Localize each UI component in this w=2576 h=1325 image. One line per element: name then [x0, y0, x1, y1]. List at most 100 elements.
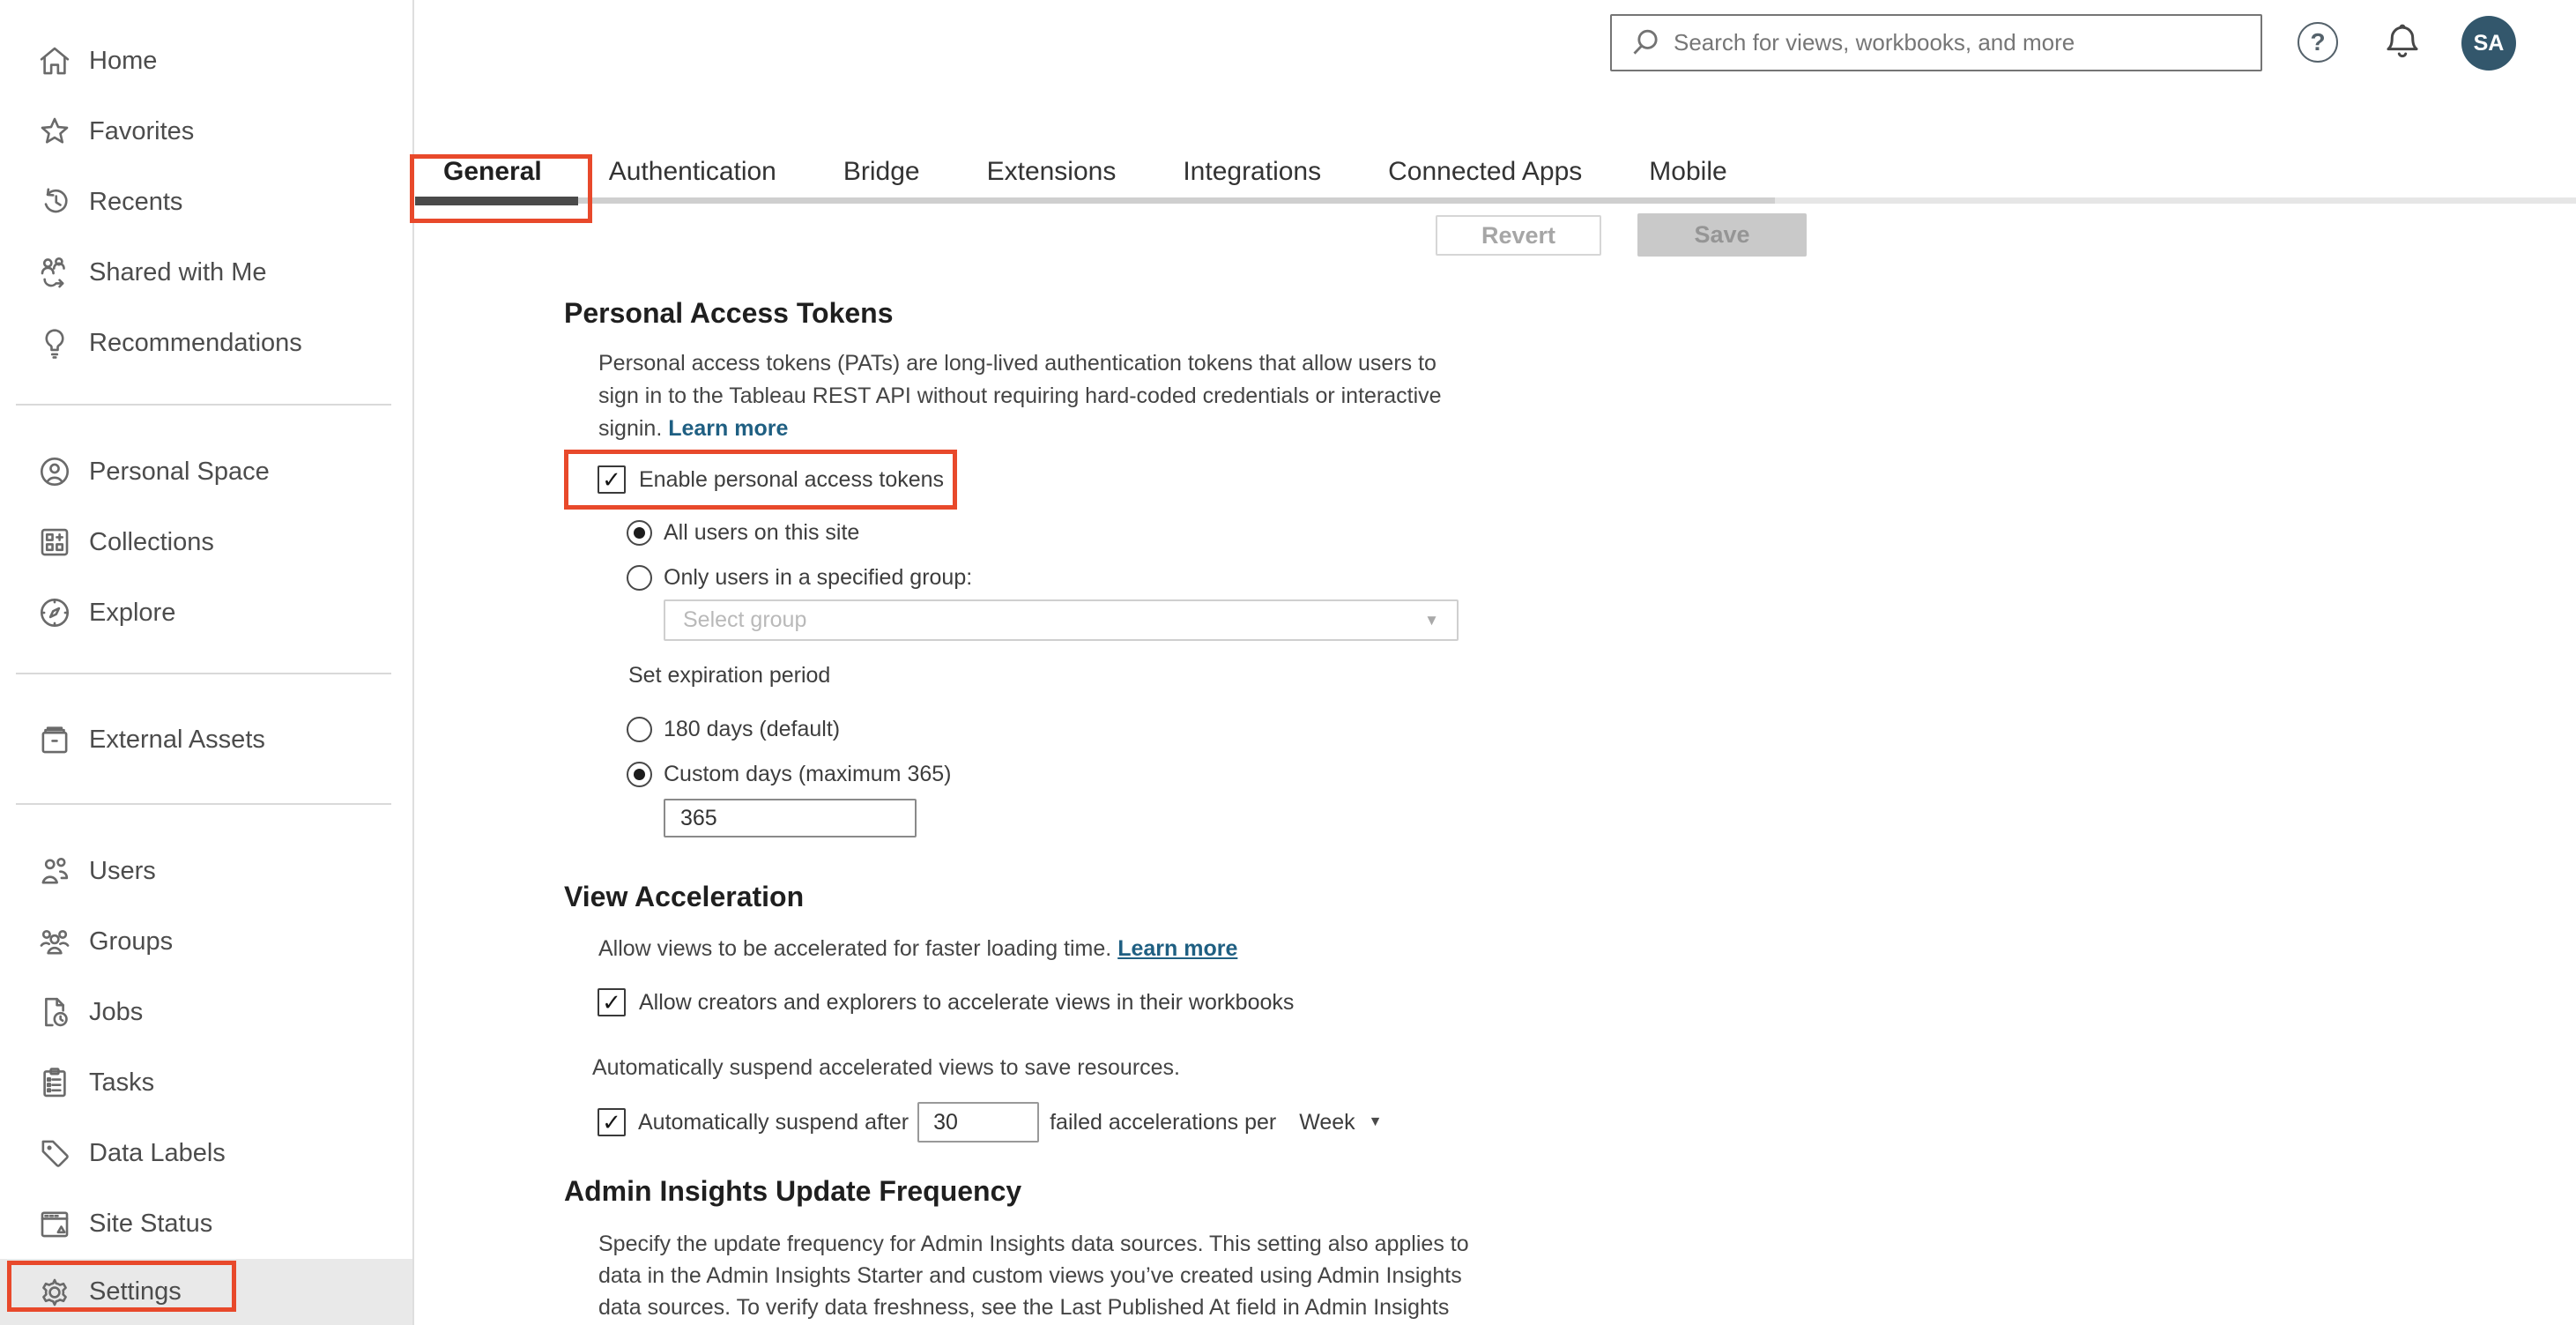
notifications-bell-icon[interactable]: [2379, 19, 2425, 65]
chevron-down-icon: ▼: [1424, 611, 1439, 629]
compass-icon: [35, 593, 74, 632]
jobs-icon: [35, 993, 74, 1031]
sidebar-divider: [16, 673, 391, 674]
active-tab-underline: [415, 197, 578, 205]
sidebar-item-label: Data Labels: [89, 1138, 226, 1167]
sidebar-item-users[interactable]: Users: [0, 836, 412, 906]
failed-accelerations-input[interactable]: [917, 1102, 1040, 1143]
tab-bridge[interactable]: Bridge: [843, 157, 920, 187]
radio-row-180-days: 180 days (default): [627, 717, 840, 742]
va-learn-more-link[interactable]: Learn more: [1117, 936, 1237, 961]
chevron-down-icon[interactable]: ▼: [1369, 1114, 1383, 1130]
all-users-radio[interactable]: [627, 520, 652, 546]
sidebar-item-settings[interactable]: Settings: [0, 1259, 412, 1325]
custom-days-radio[interactable]: [627, 762, 652, 787]
group-select[interactable]: Select group ▼: [664, 599, 1459, 641]
groups-icon: [35, 922, 74, 961]
sidebar-item-label: Settings: [89, 1277, 182, 1306]
sidebar-item-jobs[interactable]: Jobs: [0, 977, 412, 1047]
sidebar-item-label: Explore: [89, 598, 176, 627]
allow-accelerate-checkbox[interactable]: [598, 988, 626, 1016]
sidebar-item-shared-with-me[interactable]: Shared with Me: [0, 237, 412, 308]
home-icon: [35, 41, 74, 80]
custom-days-input[interactable]: [664, 799, 917, 837]
users-icon: [35, 852, 74, 890]
sidebar-item-label: Favorites: [89, 116, 195, 145]
collections-icon: [35, 523, 74, 562]
ai-description: Specify the update frequency for Admin I…: [598, 1232, 1469, 1320]
allow-accelerate-row: Allow creators and explorers to accelera…: [598, 988, 1294, 1016]
revert-button[interactable]: Revert: [1436, 215, 1601, 256]
tab-authentication[interactable]: Authentication: [609, 157, 776, 187]
sidebar-item-data-labels[interactable]: Data Labels: [0, 1118, 412, 1188]
ai-section-title: Admin Insights Update Frequency: [564, 1175, 1022, 1207]
enable-pat-checkbox[interactable]: [598, 465, 626, 494]
radio-row-custom-days: Custom days (maximum 365): [627, 762, 951, 787]
sidebar-item-site-status[interactable]: Site Status: [0, 1188, 412, 1259]
sidebar-item-label: Groups: [89, 927, 174, 956]
sidebar-item-groups[interactable]: Groups: [0, 906, 412, 977]
search-box: [1610, 14, 2262, 71]
sidebar-item-explore[interactable]: Explore: [0, 577, 412, 648]
tab-integrations[interactable]: Integrations: [1183, 157, 1321, 187]
sidebar-divider: [16, 803, 391, 805]
sidebar-item-label: Users: [89, 856, 156, 885]
sidebar-item-label: Shared with Me: [89, 257, 267, 287]
avatar[interactable]: SA: [2461, 16, 2516, 71]
search-icon: [1633, 29, 1658, 55]
sidebar-item-recents[interactable]: Recents: [0, 167, 412, 237]
period-select-value[interactable]: Week: [1299, 1110, 1355, 1135]
group-select-placeholder: Select group: [683, 607, 807, 632]
gear-icon: [35, 1273, 74, 1312]
history-icon: [35, 182, 74, 221]
sidebar-item-home[interactable]: Home: [0, 26, 412, 96]
sidebar: Home Favorites Recents Shared with Me Re…: [0, 0, 414, 1325]
sidebar-item-recommendations[interactable]: Recommendations: [0, 308, 412, 378]
auto-suspend-checkbox[interactable]: [598, 1108, 626, 1136]
radio-row-all-users: All users on this site: [627, 520, 859, 546]
person-circle-icon: [35, 452, 74, 491]
tab-mobile[interactable]: Mobile: [1649, 157, 1726, 187]
settings-tab-bar: General Authentication Bridge Extensions…: [443, 157, 1727, 187]
sidebar-item-external-assets[interactable]: External Assets: [0, 704, 412, 775]
sidebar-item-label: Collections: [89, 527, 214, 556]
sidebar-item-tasks[interactable]: Tasks: [0, 1047, 412, 1118]
search-input[interactable]: [1674, 29, 2245, 56]
sidebar-item-label: Recents: [89, 187, 183, 216]
pat-description: Personal access tokens (PATs) are long-l…: [598, 351, 1442, 441]
sidebar-item-label: Site Status: [89, 1209, 213, 1238]
expiration-label-row: Set expiration period: [628, 663, 830, 689]
tab-extensions[interactable]: Extensions: [987, 157, 1117, 187]
tab-general[interactable]: General: [443, 157, 542, 187]
site-status-icon: [35, 1204, 74, 1243]
radio-row-specified-group: Only users in a specified group:: [627, 565, 972, 591]
sidebar-item-favorites[interactable]: Favorites: [0, 96, 412, 167]
sidebar-item-label: External Assets: [89, 725, 265, 754]
tab-scrollbar-track: [415, 197, 2576, 204]
days-180-radio[interactable]: [627, 717, 652, 742]
sidebar-item-label: Tasks: [89, 1068, 155, 1097]
save-button[interactable]: Save: [1637, 213, 1807, 257]
va-description: Allow views to be accelerated for faster…: [598, 936, 1238, 961]
specified-group-radio[interactable]: [627, 565, 652, 591]
sidebar-divider: [16, 404, 391, 406]
auto-suspend-row: Automatically suspend after failed accel…: [598, 1100, 1383, 1144]
tasks-icon: [35, 1063, 74, 1102]
sidebar-item-label: Personal Space: [89, 457, 270, 486]
pat-section-title: Personal Access Tokens: [564, 297, 894, 329]
help-icon[interactable]: ?: [2298, 22, 2338, 63]
tab-scrollbar-thumb[interactable]: [415, 197, 1775, 204]
sidebar-item-collections[interactable]: Collections: [0, 507, 412, 577]
va-section-title: View Acceleration: [564, 881, 805, 912]
shared-icon: [35, 253, 74, 292]
lightbulb-icon: [35, 324, 74, 362]
sidebar-item-label: Recommendations: [89, 328, 302, 357]
tab-connected-apps[interactable]: Connected Apps: [1388, 157, 1582, 187]
star-icon: [35, 112, 74, 151]
sidebar-item-personal-space[interactable]: Personal Space: [0, 436, 412, 507]
suspend-description: Automatically suspend accelerated views …: [592, 1055, 1180, 1080]
tag-icon: [35, 1134, 74, 1172]
expiration-label: Set expiration period: [628, 663, 831, 688]
pat-learn-more-link[interactable]: Learn more: [668, 416, 788, 441]
archive-icon: [35, 720, 74, 759]
